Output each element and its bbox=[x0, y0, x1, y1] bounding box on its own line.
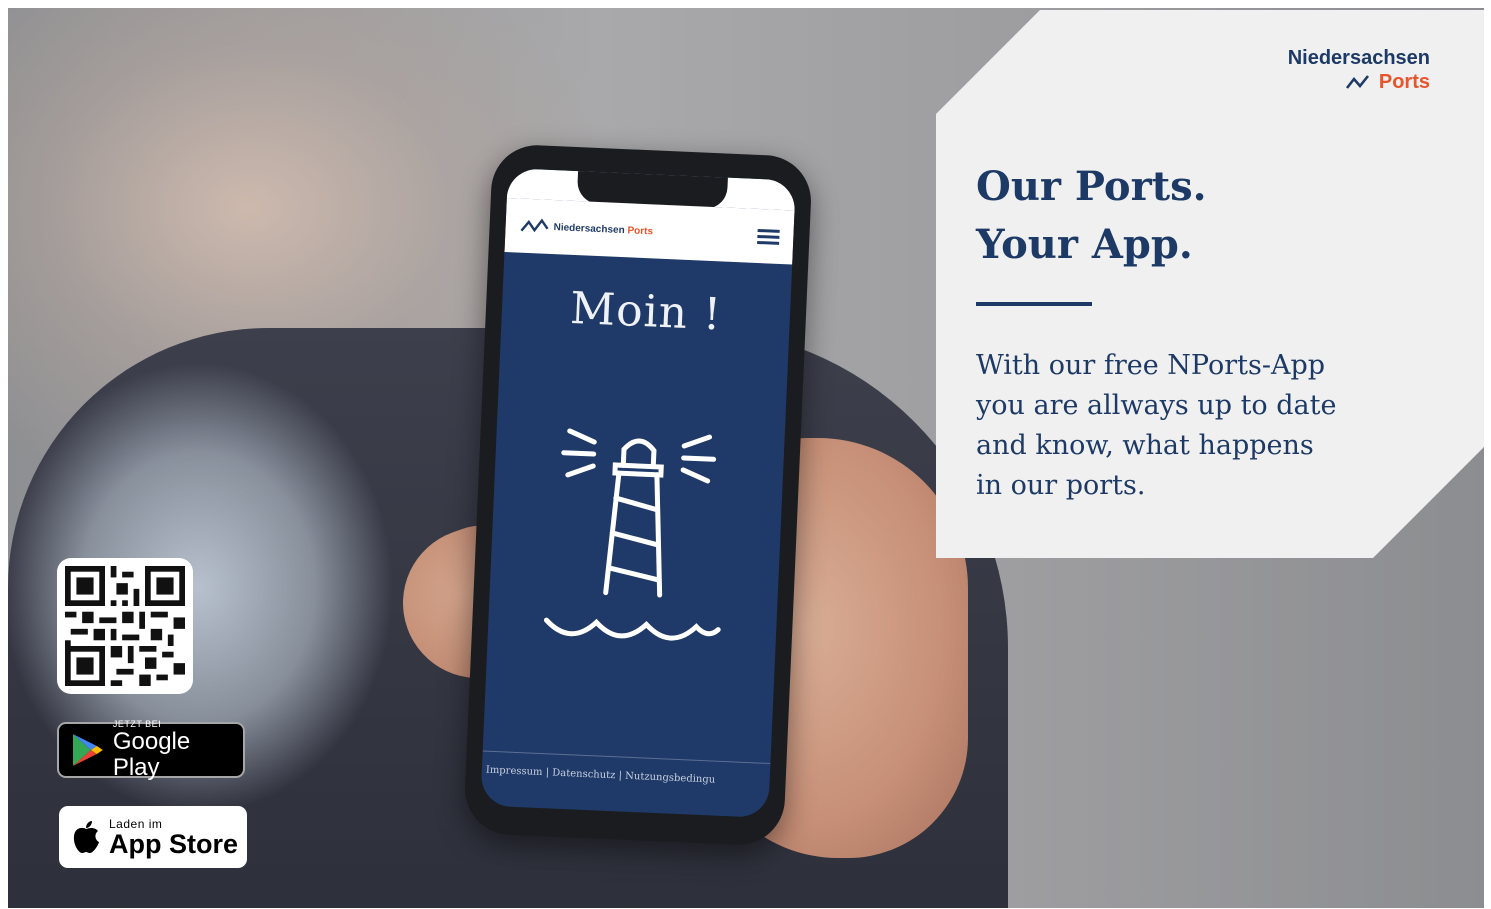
app-store-badge[interactable]: Laden im App Store bbox=[59, 806, 247, 868]
headline: Our Ports. Your App. bbox=[976, 163, 1207, 268]
wave-logo-icon bbox=[520, 218, 549, 233]
footer-links[interactable]: Impressum | Datenschutz | Nutzungsbeding… bbox=[481, 750, 771, 800]
google-play-badge[interactable]: JETZT BEI Google Play bbox=[57, 719, 245, 781]
lighthouse-icon bbox=[543, 428, 721, 641]
greeting-text: Moin ! bbox=[569, 282, 723, 341]
brand-logo: Niedersachsen Ports bbox=[1288, 46, 1430, 94]
app-header: Niedersachsen Ports bbox=[504, 197, 795, 265]
app-logo-text: Niedersachsen Ports bbox=[553, 221, 654, 237]
qr-code-icon bbox=[65, 566, 185, 686]
google-play-icon bbox=[72, 734, 103, 766]
phone-screen: Niedersachsen Ports Moin ! Impressum | D… bbox=[480, 168, 796, 818]
qr-code[interactable] bbox=[57, 558, 193, 694]
wave-logo-icon bbox=[1345, 75, 1369, 89]
app-store-label: App Store bbox=[109, 829, 239, 859]
menu-icon[interactable] bbox=[757, 225, 780, 247]
info-panel: Niedersachsen Ports Our Ports. Your App.… bbox=[936, 10, 1484, 558]
brand-name: Niedersachsen bbox=[1287, 47, 1430, 69]
apple-icon bbox=[73, 821, 99, 853]
google-play-label: Google Play bbox=[112, 728, 191, 781]
brand-sub: Ports bbox=[1288, 70, 1430, 94]
body-text: With our free NPorts-App you are allways… bbox=[976, 350, 1337, 501]
smartphone: Niedersachsen Ports Moin ! Impressum | D… bbox=[463, 143, 813, 847]
divider bbox=[976, 302, 1092, 306]
